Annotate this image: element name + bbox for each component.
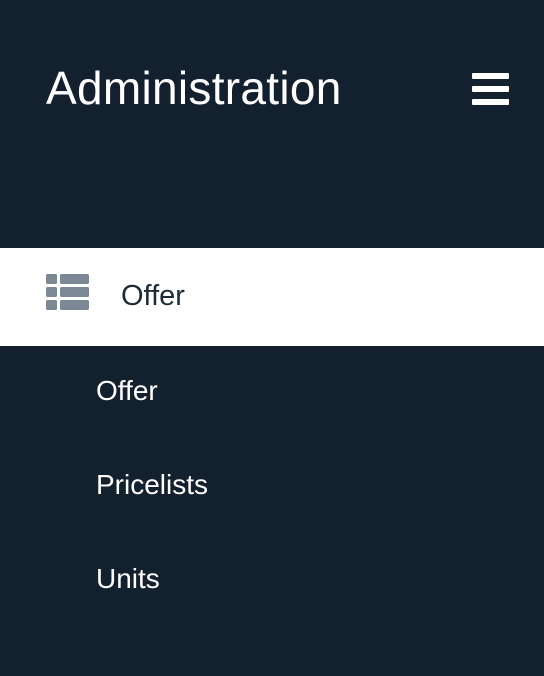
sidebar-header: Administration <box>0 0 544 248</box>
submenu-item-units[interactable]: Units <box>0 534 544 628</box>
nav-section-offer[interactable]: Offer <box>0 248 544 346</box>
submenu-item-label: Offer <box>96 375 158 406</box>
submenu-item-label: Pricelists <box>96 469 209 500</box>
submenu-item-pricelists[interactable]: Pricelists <box>0 440 544 534</box>
list-icon <box>46 274 89 310</box>
hamburger-line <box>472 99 509 105</box>
hamburger-line <box>472 73 509 79</box>
submenu-item-offer[interactable]: Offer <box>0 346 544 440</box>
hamburger-menu-icon[interactable] <box>472 72 510 106</box>
submenu-item-label: Units <box>96 563 160 594</box>
nav-section-label: Offer <box>121 280 185 312</box>
hamburger-line <box>472 86 509 92</box>
app-title: Administration <box>46 62 342 114</box>
